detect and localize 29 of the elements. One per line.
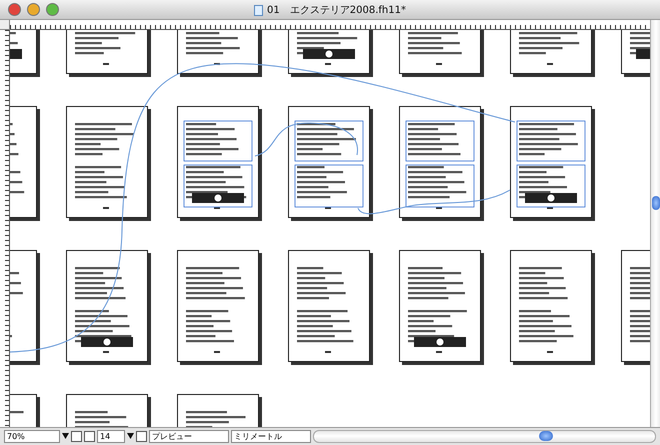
page-thumbnail-drawing[interactable] — [66, 106, 148, 218]
page-thumbnail-drawing[interactable] — [510, 250, 592, 362]
horizontal-scrollbar[interactable] — [313, 430, 656, 443]
page-thumbnail-drawing[interactable] — [66, 250, 148, 362]
display-mode-dropdown[interactable]: プレビュー — [149, 430, 229, 443]
page-thumbnail-drawing[interactable] — [510, 106, 592, 218]
dropdown-arrow-icon[interactable] — [62, 433, 69, 440]
window-title: 01 エクステリア2008.fh11* — [267, 4, 406, 17]
page-thumbnail-drawing[interactable] — [288, 250, 370, 362]
close-button[interactable] — [8, 2, 21, 16]
page-thumbnail-drawing[interactable] — [399, 106, 481, 218]
page-thumbnail-drawing[interactable] — [177, 250, 259, 362]
page-thumbnail-drawing[interactable] — [399, 250, 481, 362]
page-button[interactable] — [136, 430, 147, 442]
minimize-button[interactable] — [27, 2, 40, 16]
page-thumbnail-drawing[interactable] — [177, 106, 259, 218]
vertical-scrollbar[interactable] — [650, 20, 660, 427]
zoom-field[interactable]: 70% — [4, 430, 60, 443]
scroll-thumb[interactable] — [539, 430, 553, 441]
scroll-thumb[interactable] — [652, 196, 660, 210]
zoom-button[interactable] — [46, 2, 59, 16]
ruler-origin[interactable] — [0, 20, 10, 30]
page-number-field[interactable]: 14 — [97, 430, 125, 443]
next-page-button[interactable] — [84, 430, 95, 442]
units-dropdown[interactable]: ミリメートル — [231, 430, 311, 443]
document-icon — [254, 4, 264, 16]
dropdown-arrow-icon[interactable] — [127, 433, 134, 440]
page-thumbnail-drawing[interactable] — [288, 106, 370, 218]
previous-page-button[interactable] — [71, 430, 82, 442]
